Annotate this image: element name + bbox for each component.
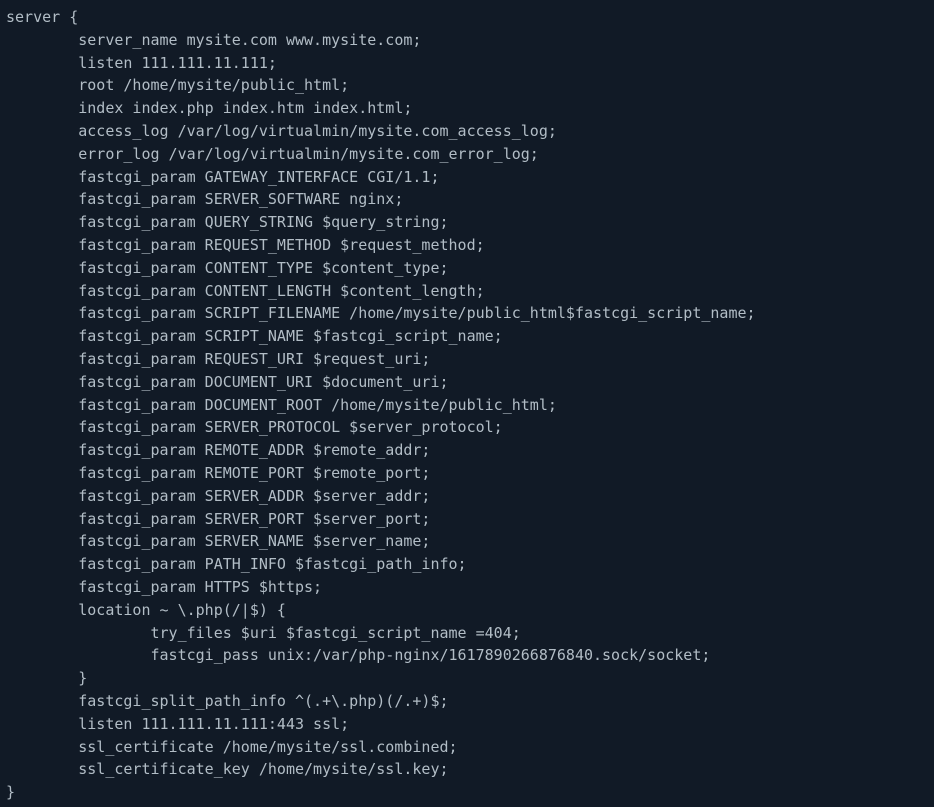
- nginx-config-block: server { server_name mysite.com www.mysi…: [0, 0, 934, 807]
